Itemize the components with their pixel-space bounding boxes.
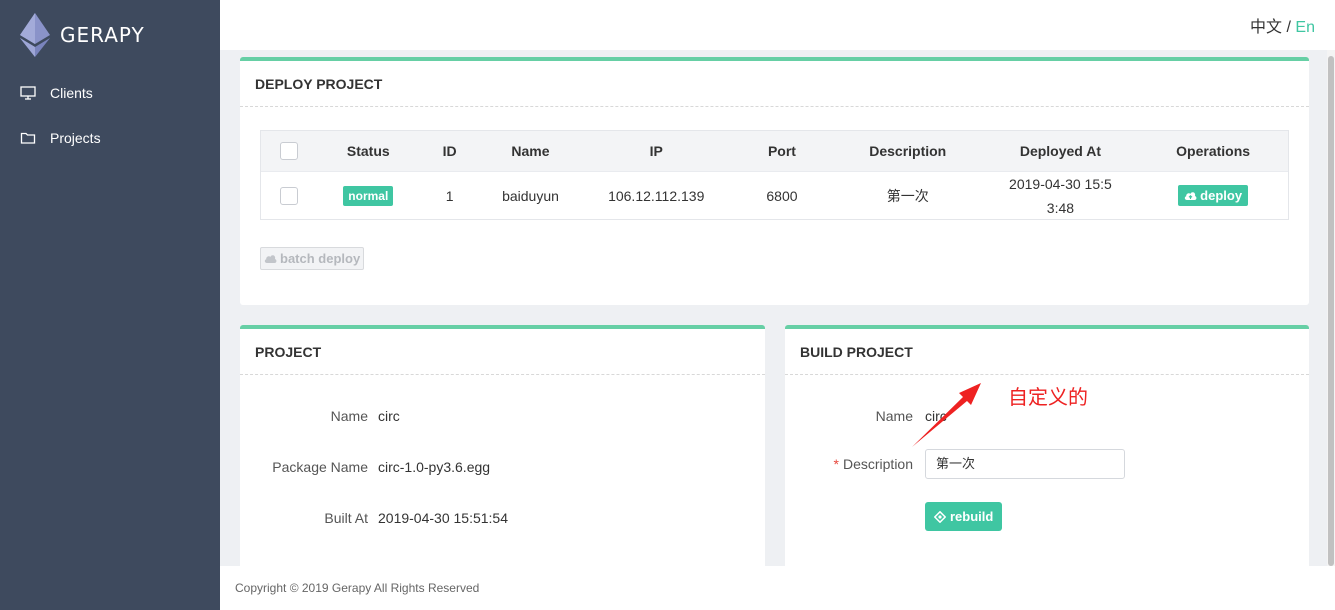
footer: Copyright © 2019 Gerapy All Rights Reser…	[220, 566, 1335, 610]
required-mark: *	[833, 456, 839, 472]
description-cell: 第一次	[886, 187, 929, 204]
name-cell: baiduyun	[502, 187, 559, 204]
column-header: IP	[649, 143, 663, 159]
deployed-at-cell: 2019-04-30 15:5 3:48	[983, 172, 1139, 220]
deploy-button-label: deploy	[1200, 188, 1243, 203]
package-name-row: Package Name circ-1.0-py3.6.egg	[240, 459, 490, 475]
description-label: * Description	[785, 456, 913, 472]
status-badge: normal	[343, 185, 394, 206]
project-card: PROJECT Name circ Package Name circ-1.0-…	[240, 325, 765, 570]
description-label-text: Description	[842, 456, 913, 472]
column-header: ID	[442, 143, 457, 159]
monitor-icon	[20, 85, 36, 100]
batch-deploy-label: batch deploy	[280, 251, 361, 266]
sidebar-item-label: Projects	[50, 129, 101, 146]
lang-en-link[interactable]: En	[1295, 19, 1315, 36]
deployed-at-line-2: 3:48	[1046, 199, 1075, 216]
table-row: normal 1 baiduyun 106.12.112.139 6800 第一…	[261, 171, 1288, 219]
rebuild-button-label: rebuild	[950, 509, 994, 524]
scrollbar-thumb[interactable]	[1328, 56, 1334, 566]
select-all-cell	[261, 142, 317, 161]
select-all-checkbox[interactable]	[279, 142, 298, 161]
folder-icon	[20, 132, 36, 144]
copyright-text: Copyright © 2019 Gerapy All Rights Reser…	[235, 581, 480, 595]
name-label: Name	[330, 408, 368, 424]
port-cell: 6800	[766, 187, 798, 204]
column-header: Port	[767, 143, 796, 159]
sidebar-item-projects[interactable]: Projects	[0, 115, 220, 160]
annotation-arrow-icon	[912, 383, 981, 447]
batch-deploy-button[interactable]: batch deploy	[260, 247, 365, 270]
deployed-at-line-1: 2019-04-30 15:5	[1009, 175, 1112, 192]
cloud-upload-icon	[264, 255, 277, 263]
sidebar: GERAPY Clients Projects	[0, 0, 220, 610]
built-at-value: 2019-04-30 15:51:54	[378, 510, 508, 526]
lang-zh-link[interactable]: 中文	[1250, 19, 1282, 36]
id-cell: 1	[445, 187, 454, 204]
annotation-text: 自定义的	[1008, 387, 1088, 409]
lang-separator: /	[1286, 19, 1291, 36]
sidebar-item-label: Clients	[50, 84, 93, 101]
language-switcher: 中文 / En	[1250, 13, 1315, 37]
rebuild-button[interactable]: rebuild	[925, 502, 1003, 531]
top-header: 中文 / En	[220, 0, 1335, 50]
name-label: Name	[875, 408, 913, 424]
table-header: Status ID Name IP Port Description Deplo…	[261, 131, 1288, 171]
sidebar-item-clients[interactable]: Clients	[0, 70, 220, 115]
card-title: PROJECT	[240, 329, 765, 375]
ethereum-logo-icon	[20, 13, 50, 57]
scrollbar[interactable]	[1327, 50, 1335, 566]
cube-icon	[934, 510, 946, 523]
column-header: Status	[346, 143, 390, 159]
description-row: * Description 第一次	[785, 449, 1125, 479]
built-at-row: Built At 2019-04-30 15:51:54	[240, 510, 508, 526]
row-select-cell	[261, 186, 317, 205]
deploy-table: Status ID Name IP Port Description Deplo…	[260, 130, 1289, 220]
card-title: BUILD PROJECT	[785, 329, 1309, 375]
description-input[interactable]: 第一次	[925, 449, 1125, 479]
built-at-label: Built At	[324, 510, 368, 526]
name-value: circ	[378, 408, 400, 424]
logo[interactable]: GERAPY	[0, 0, 220, 70]
project-name-row: Name circ	[240, 408, 400, 424]
cloud-upload-icon	[1184, 192, 1197, 200]
ip-cell: 106.12.112.139	[608, 187, 705, 204]
operations-cell: deploy	[1138, 185, 1288, 206]
deploy-project-card: DEPLOY PROJECT Status ID Name IP Port De…	[240, 57, 1309, 305]
column-header: Deployed At	[1019, 143, 1101, 159]
column-header: Description	[869, 143, 947, 159]
package-name-value: circ-1.0-py3.6.egg	[378, 459, 491, 475]
card-title: DEPLOY PROJECT	[240, 61, 1309, 107]
column-header: Name	[511, 143, 550, 159]
app-title: GERAPY	[60, 23, 145, 47]
package-name-label: Package Name	[272, 459, 368, 475]
deploy-button[interactable]: deploy	[1178, 185, 1249, 206]
status-cell: normal	[317, 185, 420, 206]
row-checkbox[interactable]	[279, 186, 298, 205]
build-project-card: BUILD PROJECT Name circ * Description 第一次…	[785, 325, 1309, 570]
column-header: Operations	[1176, 143, 1251, 159]
